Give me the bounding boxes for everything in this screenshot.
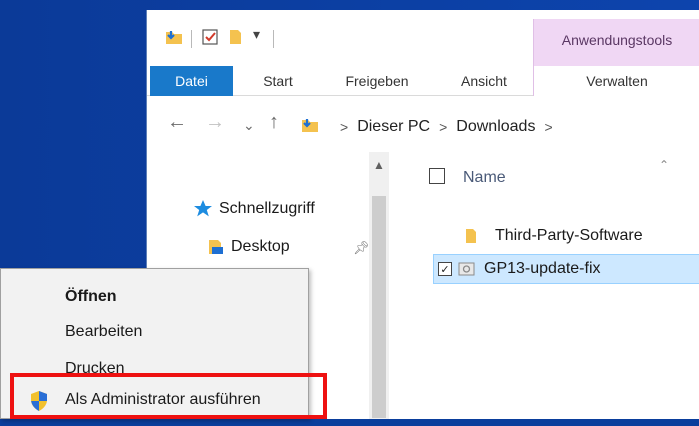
file-list: Name ⌃ Third-Party-Software ✓ GP13-updat… [391, 152, 699, 419]
qat-customize-dropdown-icon[interactable]: ▾ [253, 26, 260, 43]
tab-manage[interactable]: Verwalten [533, 66, 699, 96]
folder-icon [465, 227, 479, 250]
ribbon-tabs: Datei Start Freigeben Ansicht Verwalten [147, 66, 699, 96]
tab-share[interactable]: Freigeben [331, 66, 423, 96]
folder-down-icon[interactable] [165, 28, 183, 51]
pin-icon[interactable]: 📌︎ [353, 240, 370, 256]
breadcrumb: > Dieser PC > Downloads > [331, 113, 562, 141]
red-highlight-box [10, 373, 327, 419]
star-icon [193, 199, 213, 219]
desktop-folder-icon [207, 238, 225, 256]
nav-item-label: Schnellzugriff [219, 200, 315, 217]
file-name: GP13-update-fix [484, 260, 601, 277]
downloads-folder-icon [301, 116, 319, 139]
breadcrumb-separator-icon[interactable]: > [340, 119, 348, 135]
up-arrow-icon[interactable]: ↑ [269, 112, 279, 132]
file-name: Third-Party-Software [495, 227, 643, 244]
tab-view[interactable]: Ansicht [445, 66, 523, 96]
row-checkbox-checked[interactable]: ✓ [438, 262, 452, 276]
column-header: Name ⌃ [391, 152, 699, 200]
nav-item-label: Desktop [231, 238, 290, 255]
breadcrumb-this-pc[interactable]: Dieser PC [357, 118, 430, 136]
navigation-bar: ← → ⌄ ↑ > Dieser PC > Downloads > [147, 96, 699, 152]
recent-locations-chevron-icon[interactable]: ⌄ [243, 115, 255, 135]
table-row-selected[interactable]: ✓ GP13-update-fix [433, 254, 699, 284]
nav-pane-scrollbar[interactable]: ▲ [369, 152, 389, 419]
menu-item-label: Öffnen [65, 288, 117, 305]
nav-item-desktop[interactable]: Desktop [207, 238, 290, 256]
scroll-up-arrow-icon[interactable]: ▲ [373, 158, 385, 172]
menu-item-label: Bearbeiten [65, 323, 143, 340]
context-menu-item-open[interactable]: Öffnen [1, 279, 308, 315]
table-row[interactable]: Third-Party-Software [391, 221, 699, 251]
application-file-icon [458, 261, 476, 282]
select-all-checkbox[interactable] [429, 168, 445, 184]
breadcrumb-separator-icon[interactable]: > [439, 119, 447, 135]
contextual-group-label: Anwendungstools [561, 32, 673, 48]
tab-start[interactable]: Start [247, 66, 309, 96]
nav-item-quick-access[interactable]: Schnellzugriff [193, 199, 315, 219]
back-arrow-icon[interactable]: ← [167, 112, 187, 132]
qat-separator [191, 30, 192, 48]
breadcrumb-separator-icon[interactable]: > [544, 119, 552, 135]
sort-chevron-up-icon: ⌃ [659, 158, 670, 172]
new-folder-icon[interactable] [227, 28, 245, 51]
forward-arrow-icon[interactable]: → [205, 112, 225, 132]
column-name[interactable]: Name [463, 169, 506, 187]
contextual-tab-group: Anwendungstools [533, 19, 699, 66]
tab-file[interactable]: Datei [150, 66, 233, 96]
properties-checkbox-icon[interactable] [201, 28, 219, 51]
qat-separator [273, 30, 274, 48]
breadcrumb-downloads[interactable]: Downloads [456, 118, 535, 136]
context-menu-item-edit[interactable]: Bearbeiten [1, 314, 308, 350]
quick-access-toolbar: ▾ Anwendungstools [147, 10, 699, 66]
scrollbar-thumb[interactable] [372, 196, 386, 418]
